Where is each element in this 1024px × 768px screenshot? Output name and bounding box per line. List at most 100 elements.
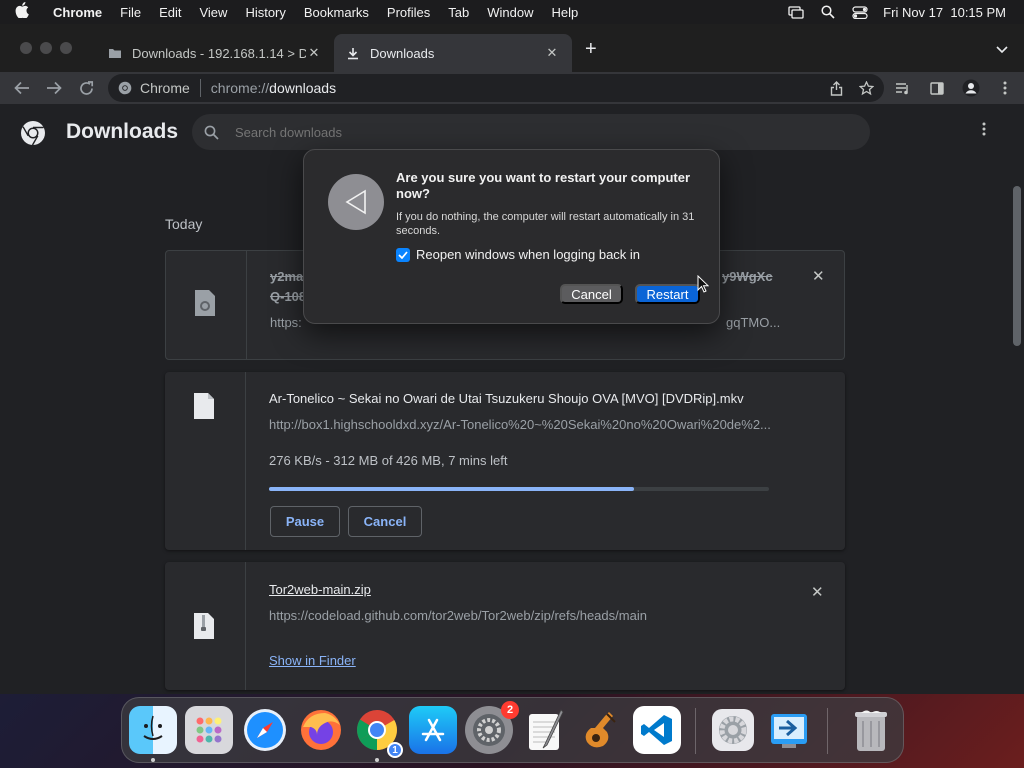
menu-clock[interactable]: Fri Nov 17 10:15 PM bbox=[883, 5, 1006, 20]
file-name: Ar-Tonelico ~ Sekai no Owari de Utai Tsu… bbox=[269, 391, 744, 406]
menu-history[interactable]: History bbox=[236, 5, 294, 20]
more-actions-icon[interactable] bbox=[982, 122, 986, 141]
scrollbar-thumb[interactable] bbox=[1013, 186, 1021, 346]
system-preferences-2-icon[interactable] bbox=[709, 706, 757, 754]
reopen-windows-checkbox[interactable]: Reopen windows when logging back in bbox=[396, 247, 640, 262]
vscode-icon[interactable] bbox=[633, 706, 681, 754]
file-icon bbox=[193, 392, 215, 420]
dock: 1 2 bbox=[121, 697, 904, 763]
running-indicator bbox=[375, 758, 379, 762]
dock-separator bbox=[827, 708, 828, 754]
tab-downloads[interactable]: Downloads ✕ bbox=[334, 34, 572, 72]
menu-view[interactable]: View bbox=[190, 5, 236, 20]
search-input[interactable] bbox=[235, 124, 835, 140]
checkbox-checked-icon[interactable] bbox=[396, 247, 410, 262]
menu-help[interactable]: Help bbox=[543, 5, 588, 20]
menu-tab[interactable]: Tab bbox=[439, 5, 478, 20]
download-item-in-progress: Ar-Tonelico ~ Sekai no Owari de Utai Tsu… bbox=[165, 372, 845, 550]
close-window-button[interactable] bbox=[20, 42, 32, 54]
textedit-icon[interactable] bbox=[521, 706, 569, 754]
media-control-icon[interactable] bbox=[892, 82, 914, 95]
checkbox-label[interactable]: Reopen windows when logging back in bbox=[416, 247, 640, 262]
menu-bar: Chrome File Edit View History Bookmarks … bbox=[0, 0, 1024, 24]
page-title: Downloads bbox=[66, 120, 179, 143]
menu-file[interactable]: File bbox=[111, 5, 150, 20]
file-name-link[interactable]: Tor2web-main.zip bbox=[269, 582, 371, 597]
profile-avatar-icon[interactable] bbox=[960, 79, 982, 97]
file-url[interactable]: https://codeload.github.com/tor2web/Tor2… bbox=[269, 608, 647, 623]
menu-bookmarks[interactable]: Bookmarks bbox=[295, 5, 378, 20]
garageband-icon[interactable] bbox=[577, 706, 625, 754]
pause-button[interactable]: Pause bbox=[270, 506, 340, 537]
site-chip-label: Chrome bbox=[140, 80, 190, 96]
show-in-finder-link[interactable]: Show in Finder bbox=[269, 653, 356, 668]
side-panel-icon[interactable] bbox=[926, 81, 948, 95]
file-name-line2: Q-108 bbox=[270, 289, 307, 304]
menu-profiles[interactable]: Profiles bbox=[378, 5, 439, 20]
chrome-dock-icon[interactable]: 1 bbox=[353, 706, 403, 758]
remove-item-icon[interactable]: ✕ bbox=[812, 267, 825, 285]
screen-mirroring-icon[interactable] bbox=[787, 5, 805, 19]
dialog-cancel-button[interactable]: Cancel bbox=[560, 284, 623, 304]
page-scrollbar[interactable] bbox=[1012, 160, 1022, 694]
file-name-end: y9WgXc bbox=[722, 269, 773, 284]
remove-item-icon[interactable]: ✕ bbox=[811, 583, 824, 601]
new-tab-icon[interactable]: + bbox=[585, 38, 597, 61]
tab-search-chevron-icon[interactable] bbox=[996, 41, 1008, 59]
download-item-completed: Tor2web-main.zip https://codeload.github… bbox=[165, 562, 845, 690]
card-divider bbox=[246, 251, 247, 359]
card-divider bbox=[245, 372, 246, 550]
search-downloads-box[interactable] bbox=[192, 114, 870, 150]
restart-dialog: Are you sure you want to restart your co… bbox=[303, 149, 720, 324]
back-arrow-icon[interactable] bbox=[6, 74, 38, 102]
file-name-start: y2ma bbox=[270, 269, 304, 284]
menu-app-name[interactable]: Chrome bbox=[44, 5, 111, 20]
tab-title: Downloads - 192.168.1.14 > Do bbox=[132, 45, 306, 61]
cancel-download-button[interactable]: Cancel bbox=[348, 506, 422, 537]
folder-icon bbox=[108, 46, 122, 60]
site-info-chip[interactable]: Chrome bbox=[118, 79, 201, 97]
dialog-restart-button[interactable]: Restart bbox=[635, 284, 700, 304]
tab-downloads-remote[interactable]: Downloads - 192.168.1.14 > Do ✕ bbox=[96, 34, 334, 72]
tab-title: Downloads bbox=[370, 45, 435, 61]
dialog-message: If you do nothing, the computer will res… bbox=[396, 211, 695, 237]
zip-file-icon bbox=[193, 612, 215, 640]
dialog-title: Are you sure you want to restart your co… bbox=[396, 170, 691, 201]
address-bar[interactable]: Chrome chrome:// downloads bbox=[108, 74, 884, 102]
firefox-icon[interactable] bbox=[297, 706, 345, 754]
share-icon[interactable] bbox=[830, 80, 843, 96]
finder-icon[interactable] bbox=[129, 706, 177, 754]
search-icon bbox=[204, 125, 219, 140]
app-store-icon[interactable] bbox=[409, 706, 457, 754]
close-tab-icon[interactable]: ✕ bbox=[306, 45, 322, 61]
migration-assistant-icon[interactable] bbox=[765, 706, 813, 754]
bookmark-star-icon[interactable] bbox=[859, 80, 874, 96]
system-preferences-icon[interactable]: 2 bbox=[465, 701, 519, 754]
window-controls bbox=[20, 42, 72, 54]
date-section-label: Today bbox=[165, 216, 203, 232]
control-center-icon[interactable] bbox=[851, 5, 869, 19]
close-tab-icon[interactable]: ✕ bbox=[544, 45, 560, 61]
spotlight-search-icon[interactable] bbox=[819, 5, 837, 19]
chrome-logo-icon bbox=[118, 81, 132, 95]
running-indicator bbox=[151, 758, 155, 762]
card-divider bbox=[245, 562, 246, 690]
system-preferences-badge: 2 bbox=[501, 701, 519, 719]
url-host: downloads bbox=[269, 80, 337, 96]
file-url[interactable]: http://box1.highschooldxd.xyz/Ar-Tonelic… bbox=[269, 417, 829, 432]
forward-arrow-icon[interactable] bbox=[38, 74, 70, 102]
menu-edit[interactable]: Edit bbox=[150, 5, 190, 20]
url-scheme: chrome:// bbox=[210, 80, 270, 96]
chrome-logo-icon bbox=[20, 120, 46, 151]
launchpad-icon[interactable] bbox=[185, 706, 233, 754]
zoom-window-button[interactable] bbox=[60, 42, 72, 54]
browser-menu-icon[interactable] bbox=[994, 81, 1016, 95]
file-url-start: https: bbox=[270, 315, 302, 330]
image-file-icon bbox=[194, 289, 216, 317]
minimize-window-button[interactable] bbox=[40, 42, 52, 54]
apple-menu-icon[interactable] bbox=[0, 2, 44, 22]
safari-icon[interactable] bbox=[241, 706, 289, 754]
trash-icon[interactable] bbox=[847, 706, 895, 754]
menu-window[interactable]: Window bbox=[478, 5, 542, 20]
reload-icon[interactable] bbox=[70, 74, 102, 102]
